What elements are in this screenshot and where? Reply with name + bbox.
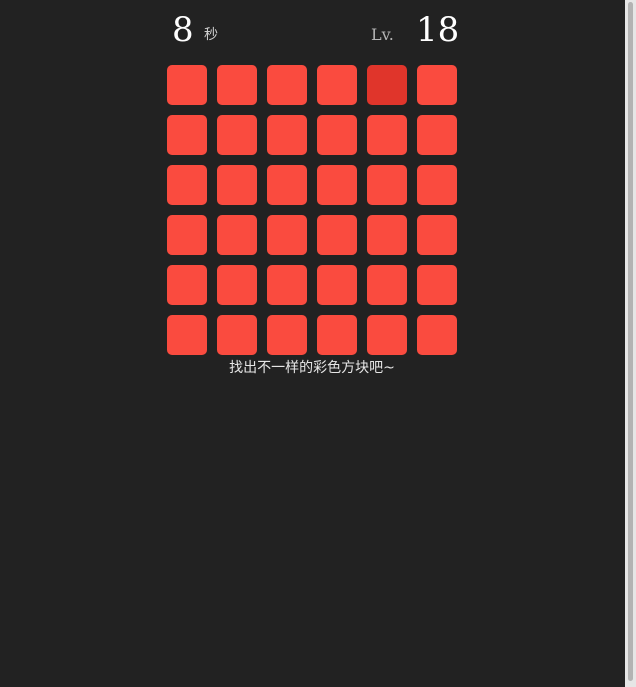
color-tile[interactable] [217, 165, 257, 205]
color-tile[interactable] [167, 115, 207, 155]
color-tile[interactable] [417, 315, 457, 355]
color-tile[interactable] [317, 165, 357, 205]
scrollbar-thumb[interactable] [628, 2, 633, 681]
color-tile[interactable] [317, 265, 357, 305]
color-tile[interactable] [367, 315, 407, 355]
color-tile[interactable] [317, 65, 357, 105]
color-tile[interactable] [367, 65, 407, 105]
color-tile[interactable] [217, 115, 257, 155]
color-tile[interactable] [267, 65, 307, 105]
hint-text: 找出不一样的彩色方块吧~ [229, 360, 395, 376]
color-tile[interactable] [167, 215, 207, 255]
color-tile[interactable] [367, 265, 407, 305]
color-tile[interactable] [267, 215, 307, 255]
color-tile-grid [167, 65, 457, 355]
color-tile[interactable] [417, 165, 457, 205]
game-page: 8 秒 Lv. 18 找出不一样的彩色方块吧~ [0, 0, 636, 687]
color-tile[interactable] [267, 265, 307, 305]
color-tile[interactable] [217, 315, 257, 355]
color-tile[interactable] [167, 165, 207, 205]
color-tile[interactable] [267, 165, 307, 205]
color-tile[interactable] [417, 215, 457, 255]
color-tile[interactable] [317, 115, 357, 155]
color-tile[interactable] [417, 265, 457, 305]
color-tile[interactable] [417, 115, 457, 155]
color-tile[interactable] [217, 265, 257, 305]
color-tile[interactable] [417, 65, 457, 105]
level-label: Lv. [371, 25, 394, 44]
color-tile[interactable] [167, 65, 207, 105]
color-tile[interactable] [317, 215, 357, 255]
color-tile[interactable] [167, 315, 207, 355]
color-tile[interactable] [267, 315, 307, 355]
time-unit-label: 秒 [204, 27, 218, 43]
vertical-scrollbar[interactable] [625, 0, 636, 687]
color-tile[interactable] [167, 265, 207, 305]
color-tile[interactable] [367, 165, 407, 205]
color-tile[interactable] [367, 115, 407, 155]
color-tile[interactable] [317, 315, 357, 355]
level-value: 18 [416, 10, 460, 50]
color-tile[interactable] [267, 115, 307, 155]
color-tile[interactable] [217, 215, 257, 255]
time-remaining: 8 [172, 10, 194, 50]
color-tile[interactable] [217, 65, 257, 105]
game-hud: 8 秒 Lv. 18 [166, 10, 460, 54]
color-tile[interactable] [367, 215, 407, 255]
